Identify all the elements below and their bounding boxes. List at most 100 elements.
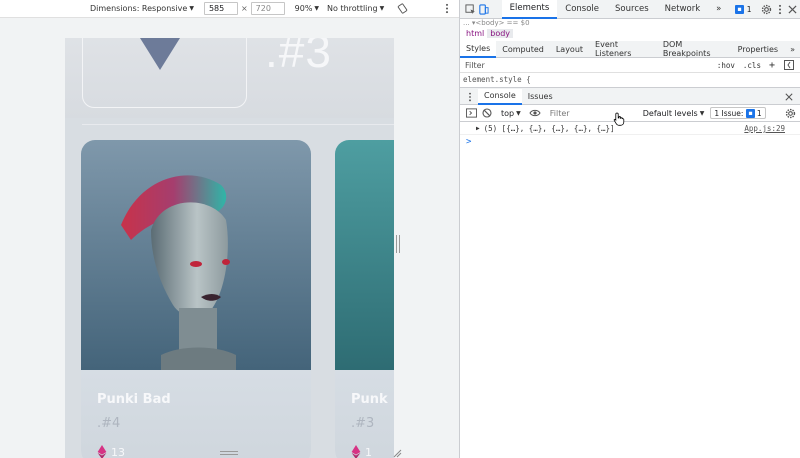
hover-state-toggle[interactable]: :hov — [717, 61, 735, 70]
inspect-element-icon[interactable] — [464, 1, 477, 17]
zoom-dropdown[interactable]: 90% ▼ — [295, 4, 319, 13]
rotate-icon[interactable] — [394, 1, 410, 17]
log-levels-dropdown[interactable]: Default levels ▼ — [643, 109, 705, 118]
console-message[interactable]: ▶ (5) [{…}, {…}, {…}, {…}, {…}] App.js:2… — [460, 123, 800, 135]
resize-handle-right[interactable] — [396, 235, 400, 253]
ethereum-icon — [97, 445, 107, 458]
viewport: .#3 Punki Bad .#4 13 Punk .#3 1 — [0, 19, 459, 458]
card-price-value: 1 — [365, 445, 372, 458]
breadcrumb-area: ... ▾<body> == $0 html body — [460, 19, 800, 41]
more-subtabs-chevron[interactable]: » — [784, 41, 800, 58]
issues-counter-value: 1 — [746, 4, 752, 14]
ethereum-icon — [351, 445, 361, 458]
console-source-link[interactable]: App.js:29 — [744, 124, 785, 133]
nft-image-punk-head — [81, 140, 311, 370]
console-settings-gear-icon[interactable] — [782, 105, 798, 121]
console-sidebar-icon[interactable] — [463, 105, 479, 121]
tab-sources[interactable]: Sources — [607, 0, 657, 19]
breadcrumb-body[interactable]: body — [487, 29, 514, 38]
styles-filter-input[interactable]: Filter — [465, 61, 717, 70]
drawer-tab-bar: Console Issues — [460, 88, 800, 105]
emulated-page: .#3 Punki Bad .#4 13 Punk .#3 1 — [65, 38, 394, 458]
tab-dom-breakpoints[interactable]: DOM Breakpoints — [657, 40, 732, 58]
message-icon: ▪ — [746, 108, 755, 118]
console-message-text: (5) [{…}, {…}, {…}, {…}, {…}] — [483, 124, 615, 133]
tab-computed[interactable]: Computed — [496, 41, 550, 58]
tab-event-listeners[interactable]: Event Listeners — [589, 40, 657, 58]
breadcrumb-html[interactable]: html — [463, 29, 487, 38]
close-drawer-icon[interactable] — [781, 89, 797, 105]
featured-number: .#3 — [265, 38, 332, 77]
chevron-down-icon: ▼ — [699, 109, 705, 117]
class-toggle[interactable]: .cls — [743, 61, 761, 70]
device-toolbar: Dimensions: Responsive ▼ 585 × 720 90% ▼… — [0, 0, 459, 18]
tab-properties[interactable]: Properties — [732, 41, 784, 58]
styles-filter-row: Filter :hov .cls + — [460, 58, 800, 73]
more-options-icon[interactable] — [439, 1, 455, 17]
chevron-down-icon: ▼ — [516, 109, 521, 117]
page-header-area: .#3 — [65, 38, 394, 118]
tab-console[interactable]: Console — [557, 0, 607, 19]
card-title: Punk — [351, 392, 388, 407]
nft-card[interactable]: Punki Bad .#4 13 — [81, 140, 311, 458]
device-toolbar-toggle-icon[interactable] — [477, 1, 490, 17]
card-price: 13 — [97, 445, 125, 458]
console-prompt[interactable]: > — [466, 137, 471, 147]
card-price: 1 — [351, 445, 372, 458]
tab-network[interactable]: Network — [657, 0, 709, 19]
message-icon: ▪ — [735, 4, 744, 14]
screen: Dimensions: Responsive ▼ 585 × 720 90% ▼… — [0, 0, 800, 458]
dimensions-label: Dimensions: Responsive — [90, 4, 188, 13]
tab-layout[interactable]: Layout — [550, 41, 589, 58]
settings-gear-icon[interactable] — [761, 1, 774, 17]
chevron-down-icon: ▼ — [314, 5, 320, 12]
card-number: .#4 — [97, 416, 121, 431]
context-selector[interactable]: top ▼ — [501, 109, 521, 118]
context-label: top — [501, 108, 515, 118]
tab-styles[interactable]: Styles — [460, 40, 497, 58]
log-levels-label: Default levels — [642, 108, 698, 118]
element-style-rule: element.style { — [463, 75, 531, 84]
chevron-down-icon: ▼ — [189, 5, 194, 12]
throttling-dropdown[interactable]: No throttling ▼ — [327, 4, 384, 13]
breadcrumb: html body — [463, 29, 514, 38]
hand-cursor-icon — [613, 112, 625, 126]
clear-console-icon[interactable] — [479, 105, 495, 121]
dom-tree-partial: ... ▾<body> == $0 — [463, 19, 530, 27]
width-input[interactable]: 585 — [203, 2, 238, 15]
live-expression-eye-icon[interactable] — [527, 105, 543, 121]
height-input[interactable]: 720 — [250, 2, 285, 15]
dimensions-dropdown[interactable]: Dimensions: Responsive ▼ — [90, 4, 194, 13]
times-label: × — [240, 4, 248, 13]
ethereum-logo-icon — [140, 38, 180, 70]
device-emulation-area: Dimensions: Responsive ▼ 585 × 720 90% ▼… — [0, 0, 459, 458]
drawer-menu-icon[interactable] — [462, 89, 478, 105]
resize-corner-icon[interactable] — [392, 448, 402, 458]
chevron-down-icon: ▼ — [379, 5, 385, 12]
issues-button-count: 1 — [756, 108, 762, 118]
tab-elements[interactable]: Elements — [501, 0, 558, 19]
drawer-tab-console[interactable]: Console — [478, 88, 522, 105]
throttling-label: No throttling — [327, 4, 378, 13]
styles-subtab-bar: Styles Computed Layout Event Listeners D… — [460, 40, 800, 58]
devtools-panel: Elements Console Sources Network » ▪ 1 .… — [459, 0, 800, 458]
devtools-tab-bar: Elements Console Sources Network » ▪ 1 — [460, 0, 800, 19]
more-tabs-chevron[interactable]: » — [708, 0, 729, 19]
add-rule-button[interactable]: + — [769, 60, 775, 71]
close-icon[interactable] — [786, 1, 799, 17]
drawer-tab-issues[interactable]: Issues — [522, 89, 559, 105]
card-price-value: 13 — [111, 445, 125, 458]
toggle-sidebar-icon[interactable] — [781, 57, 797, 73]
nft-card[interactable]: Punk .#3 1 — [335, 140, 394, 458]
console-toolbar: top ▼ Filter Default levels ▼ 1 Issue: ▪… — [460, 105, 800, 122]
card-number: .#3 — [351, 416, 375, 431]
issues-counter[interactable]: ▪ 1 — [729, 3, 754, 15]
card-title: Punki Bad — [97, 392, 171, 407]
issues-button[interactable]: 1 Issue: ▪ 1 — [710, 107, 766, 119]
expand-arrow-icon[interactable]: ▶ — [476, 125, 480, 132]
zoom-label: 90% — [294, 4, 313, 13]
nft-image — [335, 140, 394, 370]
issues-label: 1 Issue: — [714, 108, 744, 118]
resize-handle-bottom[interactable] — [220, 451, 238, 455]
customize-menu-icon[interactable] — [773, 1, 786, 17]
